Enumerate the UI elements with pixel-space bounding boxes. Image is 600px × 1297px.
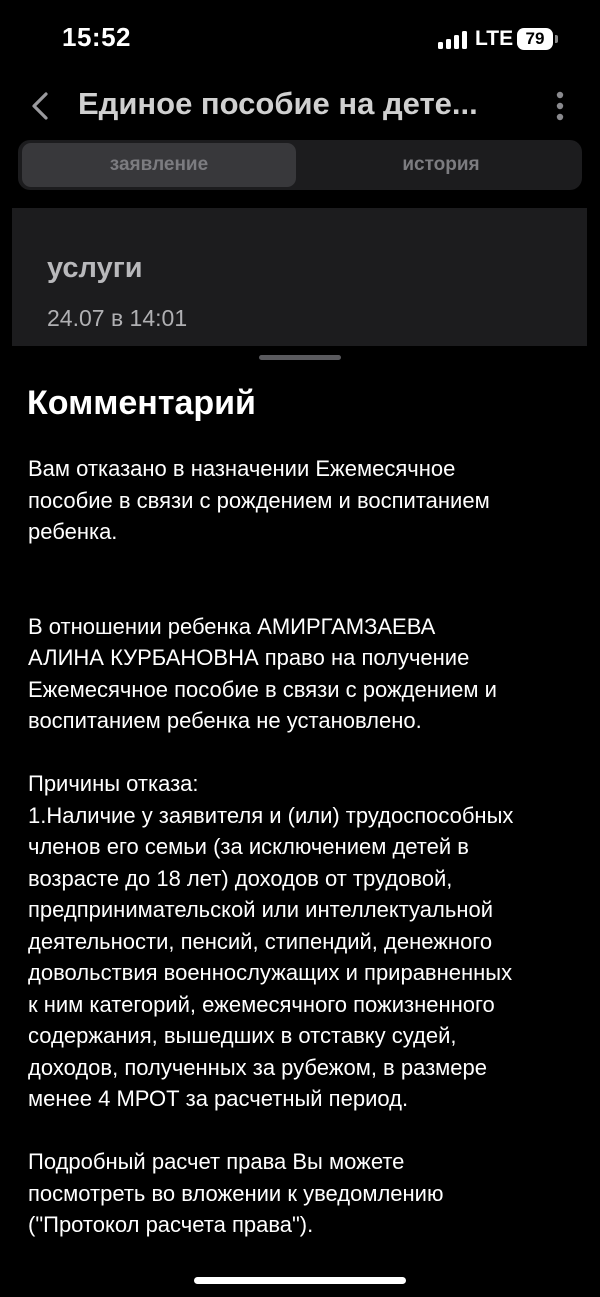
- tab-application[interactable]: заявление: [22, 143, 296, 187]
- chevron-left-icon: [32, 92, 48, 120]
- status-bar: 15:52 LTE 79: [0, 0, 600, 78]
- comment-body: Вам отказано в назначении Ежемесячное по…: [28, 453, 578, 1241]
- service-title: услуги: [47, 252, 143, 284]
- comment-paragraph-1: Вам отказано в назначении Ежемесячное по…: [28, 456, 490, 544]
- more-options-button[interactable]: [548, 90, 572, 122]
- network-type-label: LTE: [475, 27, 514, 50]
- comment-paragraph-4: Подробный расчет права Вы можете посмотр…: [28, 1149, 444, 1237]
- comment-paragraph-2: В отношении ребенка АМИРГАМЗАЕВА АЛИНА К…: [28, 613, 497, 734]
- more-vertical-icon: [556, 91, 564, 121]
- sheet-drag-handle[interactable]: [259, 355, 341, 360]
- comment-paragraph-3: Причины отказа: 1.Наличие у заявителя и …: [28, 771, 514, 1111]
- cellular-signal-icon: [438, 31, 470, 49]
- battery-tip: [555, 35, 558, 43]
- status-time: 15:52: [62, 22, 131, 52]
- app-header: Единое пособие на дете...: [0, 78, 600, 134]
- service-date: 24.07 в 14:01: [47, 305, 188, 331]
- comment-title: Комментарий: [27, 384, 256, 422]
- page-title: Единое пособие на дете...: [78, 86, 478, 121]
- tab-history[interactable]: история: [303, 143, 579, 187]
- service-card[interactable]: услуги 24.07 в 14:01: [12, 208, 587, 346]
- home-indicator[interactable]: [194, 1277, 406, 1284]
- battery-icon: 79: [517, 28, 553, 50]
- back-button[interactable]: [26, 86, 62, 126]
- segmented-tabs: заявление история: [18, 140, 582, 190]
